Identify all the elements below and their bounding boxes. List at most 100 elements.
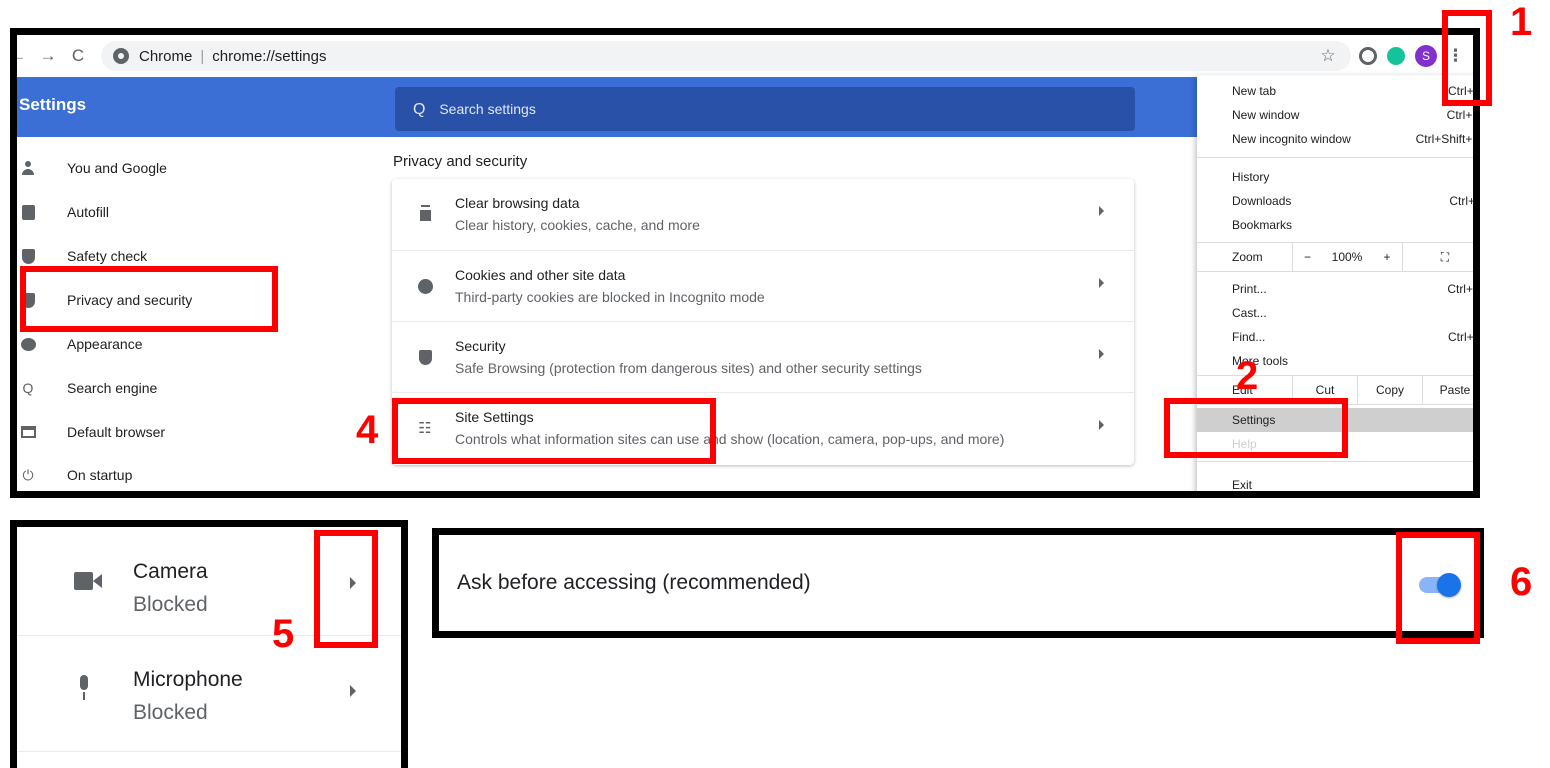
menu-divider (1197, 157, 1473, 158)
annotation-number-6: 6 (1510, 560, 1533, 604)
sidebar-item-label: On startup (67, 467, 133, 483)
divider (17, 751, 401, 752)
permission-status: Blocked (133, 701, 208, 724)
address-bar[interactable]: Chrome | chrome://settings ☆ (101, 41, 1351, 71)
annotation-box-camera-arrow (314, 530, 378, 648)
chevron-right-icon (1099, 349, 1104, 359)
menu-item-label: Exit (1232, 478, 1253, 492)
sidebar-item-search-engine[interactable]: Q Search engine (17, 373, 377, 403)
row-title: Security (455, 338, 506, 354)
menu-item-history[interactable]: History (1197, 165, 1473, 189)
reload-icon[interactable]: C (63, 46, 93, 66)
chevron-right-icon (1099, 278, 1104, 288)
cookie-icon (417, 278, 433, 294)
menu-item-new-window[interactable]: New window Ctrl+N (1197, 103, 1480, 127)
menu-zoom-row: Zoom − 100% + ⛶ (1197, 242, 1473, 272)
power-icon: ⏻ (22, 466, 34, 483)
browser-icon (20, 424, 36, 440)
shield-icon (417, 349, 433, 365)
menu-item-downloads[interactable]: Downloads Ctrl+J (1197, 189, 1480, 213)
annotation-box-site-settings (392, 398, 716, 464)
menu-item-bookmarks[interactable]: Bookmarks (1197, 213, 1473, 237)
menu-item-label: New window (1232, 108, 1300, 122)
sidebar-item-you-and-google[interactable]: You and Google (17, 153, 377, 183)
section-title: Privacy and security (393, 153, 528, 170)
menu-shortcut: Ctrl+Shift+N (1415, 132, 1480, 146)
zoom-in-button[interactable]: + (1372, 243, 1402, 271)
browser-toolbar: ← → C Chrome | chrome://settings ☆ S ⋮ (17, 35, 1473, 77)
row-subtitle: Safe Browsing (protection from dangerous… (455, 360, 922, 376)
menu-shortcut: Ctrl+N (1446, 108, 1480, 122)
microphone-icon (77, 675, 91, 701)
palette-icon (20, 336, 36, 352)
chevron-right-icon (1099, 420, 1104, 430)
menu-item-label: New incognito window (1232, 132, 1351, 146)
search-settings-input[interactable]: Q Search settings (395, 87, 1135, 131)
ask-before-accessing-panel: Ask before accessing (recommended) (432, 528, 1484, 638)
annotation-number-2: 2 (1236, 354, 1259, 398)
menu-item-label: Bookmarks (1232, 218, 1293, 232)
sidebar-item-label: Safety check (67, 248, 148, 264)
menu-shortcut: Ctrl+P (1447, 282, 1480, 296)
permission-status: Blocked (133, 593, 208, 616)
menu-divider (1197, 461, 1473, 462)
zoom-out-button[interactable]: − (1292, 243, 1322, 271)
menu-item-find[interactable]: Find... Ctrl+F (1197, 325, 1473, 349)
sidebar-item-label: Search engine (67, 380, 158, 396)
forward-arrow-icon[interactable]: → (33, 46, 63, 66)
sidebar-item-autofill[interactable]: Autofill (17, 197, 377, 227)
permission-microphone[interactable]: Microphone Blocked (17, 635, 401, 743)
row-subtitle: Third-party cookies are blocked in Incog… (455, 289, 765, 305)
person-icon (20, 160, 36, 176)
row-subtitle: Clear history, cookies, cache, and more (455, 217, 700, 233)
url-text: chrome://settings (212, 47, 327, 65)
row-title: Cookies and other site data (455, 267, 626, 283)
annotation-number-5: 5 (272, 612, 295, 656)
sidebar-item-default-browser[interactable]: Default browser (17, 417, 377, 447)
permission-name: Microphone (133, 668, 243, 691)
fullscreen-icon[interactable]: ⛶ (1402, 243, 1473, 271)
grammarly-icon[interactable] (1387, 47, 1405, 65)
trash-icon (417, 206, 433, 222)
url-separator: | (200, 47, 205, 65)
menu-item-label: Zoom (1232, 250, 1263, 264)
menu-item-exit[interactable]: Exit (1197, 473, 1473, 492)
menu-item-label: New tab (1232, 84, 1277, 98)
row-cookies[interactable]: Cookies and other site data Third-party … (392, 250, 1134, 321)
annotation-box-toggle (1396, 532, 1480, 644)
sidebar-item-label: Default browser (67, 424, 166, 440)
camera-icon (74, 572, 102, 590)
menu-item-cast[interactable]: Cast... (1197, 301, 1473, 325)
shield-check-icon (20, 248, 36, 264)
ask-before-accessing-label: Ask before accessing (recommended) (457, 571, 811, 594)
chevron-right-icon (1099, 206, 1104, 216)
back-arrow-icon[interactable]: ← (17, 46, 33, 66)
annotation-number-4: 4 (356, 408, 379, 452)
row-title: Clear browsing data (455, 195, 580, 211)
profile-avatar[interactable]: S (1415, 45, 1437, 67)
menu-item-new-tab[interactable]: New tab Ctrl+T (1197, 79, 1473, 103)
annotation-box-privacy (20, 266, 278, 332)
search-placeholder: Search settings (439, 101, 536, 117)
annotation-number-1: 1 (1510, 0, 1533, 44)
settings-title: Settings (19, 95, 87, 114)
sidebar-item-appearance[interactable]: Appearance (17, 329, 377, 359)
sidebar-item-on-startup[interactable]: ⏻ On startup (17, 460, 377, 490)
paste-button[interactable]: Paste (1422, 376, 1473, 404)
sidebar-item-label: Autofill (67, 204, 110, 220)
clipboard-icon (20, 204, 36, 220)
bookmark-star-icon[interactable]: ☆ (1313, 46, 1343, 66)
copy-button[interactable]: Copy (1357, 376, 1422, 404)
row-security[interactable]: Security Safe Browsing (protection from … (392, 321, 1134, 392)
menu-item-print[interactable]: Print... Ctrl+P (1197, 277, 1480, 301)
chevron-right-icon[interactable] (350, 685, 356, 697)
extension-icon[interactable] (1359, 47, 1377, 65)
menu-shortcut: Ctrl+J (1449, 194, 1480, 208)
menu-item-label: Print... (1232, 282, 1267, 296)
permission-name: Camera (133, 560, 208, 583)
zoom-level: 100% (1331, 250, 1363, 264)
menu-item-label: Cast... (1232, 306, 1267, 320)
menu-item-new-incognito-window[interactable]: New incognito window Ctrl+Shift+N (1197, 127, 1480, 151)
row-clear-browsing-data[interactable]: Clear browsing data Clear history, cooki… (392, 179, 1134, 250)
search-icon: Q (22, 380, 34, 396)
